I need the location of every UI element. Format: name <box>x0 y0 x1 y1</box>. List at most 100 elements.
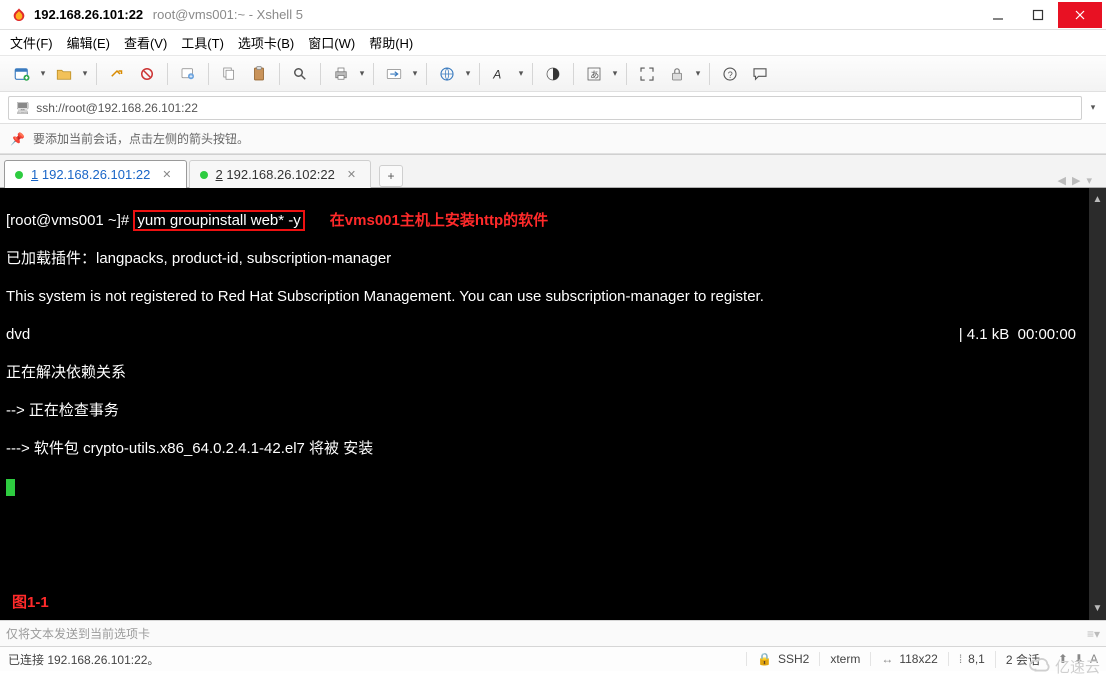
lock-dropdown-icon[interactable] <box>693 68 703 79</box>
address-input[interactable]: 🖥 ssh://root@192.168.26.101:22 <box>8 96 1082 120</box>
terminal-line: --> 正在检查事务 <box>6 401 1100 420</box>
svg-text:あ: あ <box>590 69 599 79</box>
svg-text:?: ? <box>728 69 733 79</box>
menu-tools[interactable]: 工具(T) <box>181 33 224 52</box>
font-dropdown-icon[interactable] <box>516 68 526 79</box>
feedback-button[interactable] <box>746 60 774 88</box>
command-highlight: yum groupinstall web* -y <box>133 210 304 231</box>
menu-window[interactable]: 窗口(W) <box>308 33 355 52</box>
open-button[interactable] <box>50 60 78 88</box>
xftp-dropdown-icon[interactable] <box>410 68 420 79</box>
menu-help[interactable]: 帮助(H) <box>369 33 413 52</box>
address-bar: 🖥 ssh://root@192.168.26.101:22 <box>0 92 1106 124</box>
annotation-text: 在vms001主机上安装http的软件 <box>330 212 548 229</box>
status-sessions: 2 会话 <box>995 651 1050 668</box>
menu-edit[interactable]: 编辑(E) <box>67 33 110 52</box>
address-text: ssh://root@192.168.26.101:22 <box>36 101 198 115</box>
tab-label: 192.168.26.102:22 <box>226 167 334 182</box>
menu-view[interactable]: 查看(V) <box>124 33 167 52</box>
title-app: Xshell 5 <box>257 7 303 22</box>
status-size: ↔118x22 <box>870 652 947 666</box>
cap-icon[interactable]: A <box>1090 652 1098 666</box>
terminal-line: ---> 软件包 crypto-utils.x86_64.0.2.4.1-42.… <box>6 439 1100 458</box>
new-session-dropdown-icon[interactable] <box>38 68 48 79</box>
encoding-dropdown-icon[interactable] <box>610 68 620 79</box>
menu-file[interactable]: 文件(F) <box>10 33 53 52</box>
cursor <box>6 479 15 496</box>
status-tools: ⬆ ⬇ A <box>1050 652 1106 666</box>
tab-close-icon[interactable]: ✕ <box>347 168 356 181</box>
session-tab-2[interactable]: 2 192.168.26.102:22 ✕ <box>189 160 372 188</box>
tab-close-icon[interactable]: ✕ <box>162 168 171 181</box>
print-dropdown-icon[interactable] <box>357 68 367 79</box>
prompt: [root@vms001 ~]# <box>6 212 129 229</box>
host-icon: 🖥 <box>15 101 30 115</box>
scroll-up-icon[interactable]: ▲ <box>1093 190 1103 209</box>
download-icon[interactable]: ⬇ <box>1074 652 1084 666</box>
title-bar: 192.168.26.101:22 root@vms001:~ - Xshell… <box>0 0 1106 30</box>
tab-index: 1 <box>31 167 38 182</box>
terminal-line: This system is not registered to Red Hat… <box>6 287 1100 306</box>
status-term: xterm <box>819 652 870 666</box>
app-icon <box>10 6 28 24</box>
terminal-scrollbar[interactable]: ▲ ▼ <box>1089 188 1106 620</box>
open-dropdown-icon[interactable] <box>80 68 90 79</box>
terminal-line-right: | 4.1 kB 00:00:00 <box>959 325 1076 344</box>
xftp-button[interactable] <box>380 60 408 88</box>
upload-icon[interactable]: ⬆ <box>1058 652 1068 666</box>
print-button[interactable] <box>327 60 355 88</box>
menu-bar: 文件(F) 编辑(E) 查看(V) 工具(T) 选项卡(B) 窗口(W) 帮助(… <box>0 30 1106 56</box>
tab-menu-icon[interactable]: ▾ <box>1086 174 1092 187</box>
title-session: root@vms001:~ <box>153 7 245 22</box>
disconnect-button[interactable] <box>133 60 161 88</box>
window-title: 192.168.26.101:22 root@vms001:~ - Xshell… <box>34 7 303 22</box>
copy-button[interactable] <box>215 60 243 88</box>
paste-button[interactable] <box>245 60 273 88</box>
maximize-button[interactable] <box>1018 2 1058 28</box>
font-button[interactable]: A <box>486 60 514 88</box>
tab-strip: 1 192.168.26.101:22 ✕ 2 192.168.26.102:2… <box>0 154 1106 188</box>
svg-text:A: A <box>492 67 501 81</box>
encoding-button[interactable]: あ <box>580 60 608 88</box>
status-dot-icon <box>15 171 23 179</box>
send-menu-icon[interactable]: ≡▾ <box>1087 627 1100 641</box>
terminal-line: 正在解决依赖关系 <box>6 363 1100 382</box>
bookmark-add-icon[interactable]: 📌 <box>10 132 25 146</box>
fullscreen-button[interactable] <box>633 60 661 88</box>
tab-label: 192.168.26.101:22 <box>42 167 150 182</box>
send-bar[interactable]: 仅将文本发送到当前选项卡 ≡▾ <box>0 620 1106 646</box>
window-controls <box>978 2 1102 28</box>
color-button[interactable] <box>539 60 567 88</box>
terminal[interactable]: [root@vms001 ~]# yum groupinstall web* -… <box>0 188 1106 620</box>
status-dot-icon <box>200 171 208 179</box>
help-button[interactable]: ? <box>716 60 744 88</box>
properties-button[interactable] <box>174 60 202 88</box>
hint-text: 要添加当前会话，点击左侧的箭头按钮。 <box>33 130 249 147</box>
figure-label: 图1-1 <box>12 593 49 612</box>
scroll-down-icon[interactable]: ▼ <box>1093 599 1103 618</box>
tab-prev-icon[interactable]: ◀ <box>1058 174 1066 187</box>
tab-nav: ◀ ▶ ▾ <box>1058 174 1102 187</box>
status-bar: 已连接 192.168.26.101:22。 🔒SSH2 xterm ↔118x… <box>0 646 1106 671</box>
address-dropdown-icon[interactable] <box>1088 102 1098 113</box>
send-hint-text: 仅将文本发送到当前选项卡 <box>6 625 150 642</box>
reconnect-button[interactable] <box>103 60 131 88</box>
add-tab-button[interactable]: + <box>379 165 403 187</box>
lock-button[interactable] <box>663 60 691 88</box>
status-cursor: ⁞8,1 <box>948 652 995 666</box>
status-ssh: 🔒SSH2 <box>746 652 819 666</box>
web-button[interactable] <box>433 60 461 88</box>
new-session-button[interactable] <box>8 60 36 88</box>
tab-next-icon[interactable]: ▶ <box>1072 174 1080 187</box>
session-tab-1[interactable]: 1 192.168.26.101:22 ✕ <box>4 160 187 188</box>
minimize-button[interactable] <box>978 2 1018 28</box>
cursor-icon: ⁞ <box>959 652 962 666</box>
find-button[interactable] <box>286 60 314 88</box>
terminal-line: dvd <box>6 325 30 344</box>
web-dropdown-icon[interactable] <box>463 68 473 79</box>
hint-bar: 📌 要添加当前会话，点击左侧的箭头按钮。 <box>0 124 1106 154</box>
status-connection: 已连接 192.168.26.101:22。 <box>0 651 746 668</box>
tab-index: 2 <box>216 167 223 182</box>
menu-tabs[interactable]: 选项卡(B) <box>238 33 294 52</box>
close-button[interactable] <box>1058 2 1102 28</box>
